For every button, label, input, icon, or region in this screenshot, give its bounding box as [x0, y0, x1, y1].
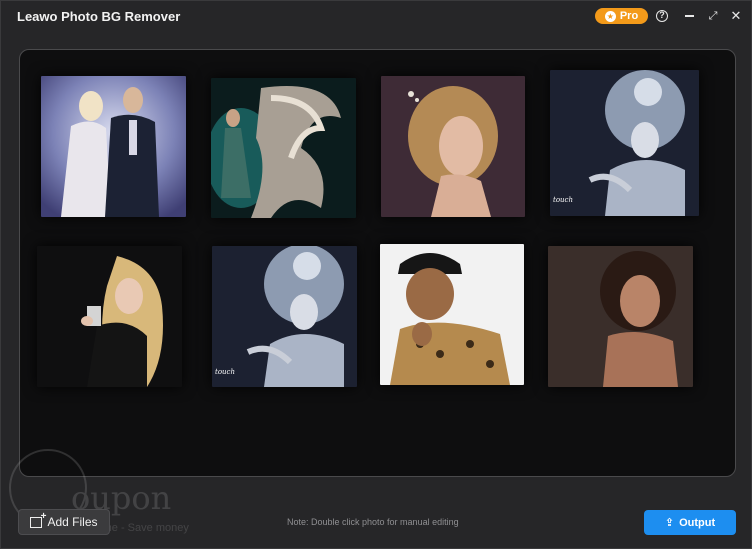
close-icon: ✕: [730, 8, 742, 23]
photo-thumb-blonde-woman[interactable]: [381, 76, 525, 217]
photo-thumb-silver-headdress-2[interactable]: touch: [212, 246, 357, 387]
pro-label: Pro: [619, 10, 639, 22]
add-file-icon: [30, 511, 46, 528]
photo-thumb-silver-headdress-1[interactable]: touch: [550, 70, 699, 216]
maximize-button[interactable]: ⤢: [704, 7, 722, 25]
photo-thumb-man-hat[interactable]: [380, 244, 524, 385]
brunette-woman-image: [548, 246, 693, 387]
output-button[interactable]: ⇪ Output: [644, 510, 736, 535]
dancer-image: [211, 78, 356, 218]
photo-thumb-perfume-woman[interactable]: [37, 246, 182, 387]
star-icon: ★: [604, 10, 616, 22]
pro-upgrade-button[interactable]: ★ Pro: [595, 8, 648, 24]
photo-thumb-couple[interactable]: [41, 76, 186, 217]
app-title: Leawo Photo BG Remover: [17, 9, 181, 24]
close-button[interactable]: ✕: [727, 7, 745, 25]
app-window: Leawo Photo BG Remover ★ Pro ? ⤢ ✕ touch…: [0, 0, 752, 549]
perfume-woman-image: [37, 246, 182, 387]
title-bar: Leawo Photo BG Remover ★ Pro ? ⤢ ✕: [1, 1, 751, 31]
help-icon: ?: [656, 10, 668, 22]
editing-note: Note: Double click photo for manual edit…: [287, 517, 459, 527]
output-label: Output: [679, 516, 716, 529]
photo-caption: touch: [215, 368, 235, 376]
couple-image: [41, 76, 186, 217]
photo-thumb-brunette-woman[interactable]: [548, 246, 693, 387]
help-button[interactable]: ?: [653, 7, 671, 25]
photo-thumb-dancer[interactable]: [211, 78, 356, 218]
silver-headdress-image-2: [212, 246, 357, 387]
man-hat-image: [380, 244, 524, 385]
photo-grid: touch touch: [19, 49, 736, 477]
maximize-icon: ⤢: [708, 9, 718, 22]
add-files-label: Add Files: [47, 515, 98, 529]
upload-icon: ⇪: [664, 517, 675, 529]
minimize-button[interactable]: [680, 7, 698, 25]
photo-caption: touch: [553, 196, 573, 204]
minimize-icon: [684, 15, 694, 17]
add-files-button[interactable]: Add Files: [18, 509, 110, 535]
blonde-woman-image: [381, 76, 525, 217]
silver-headdress-image-1: [550, 70, 699, 216]
